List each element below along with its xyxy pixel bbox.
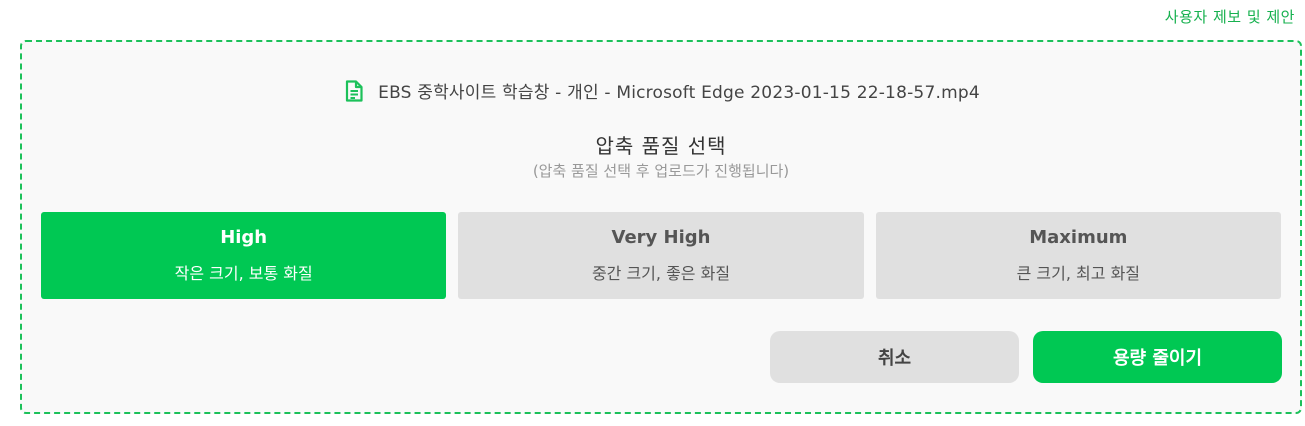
reduce-size-button[interactable]: 용량 줄이기 — [1033, 331, 1282, 383]
compression-panel: EBS 중학사이트 학습창 - 개인 - Microsoft Edge 2023… — [20, 40, 1302, 414]
feedback-link[interactable]: 사용자 제보 및 제안 — [1165, 6, 1295, 27]
document-icon — [342, 79, 366, 103]
option-title: Maximum — [1029, 227, 1128, 248]
option-title: Very High — [611, 227, 711, 248]
quality-option-high[interactable]: High 작은 크기, 보통 화질 — [41, 212, 447, 299]
cancel-button[interactable]: 취소 — [770, 331, 1019, 383]
option-description: 작은 크기, 보통 화질 — [174, 264, 313, 283]
quality-options: High 작은 크기, 보통 화질 Very High 중간 크기, 좋은 화질… — [41, 212, 1281, 299]
quality-title: 압축 품질 선택 — [595, 134, 727, 158]
quality-subtitle: (압축 품질 선택 후 업로드가 진행됩니다) — [532, 162, 790, 180]
option-description: 중간 크기, 좋은 화질 — [591, 264, 731, 283]
file-name: EBS 중학사이트 학습창 - 개인 - Microsoft Edge 2023… — [378, 83, 980, 103]
option-title: High — [220, 227, 268, 248]
action-buttons: 취소 용량 줄이기 — [770, 331, 1282, 383]
option-description: 큰 크기, 최고 화질 — [1016, 264, 1141, 283]
quality-option-very-high[interactable]: Very High 중간 크기, 좋은 화질 — [458, 212, 864, 299]
quality-option-maximum[interactable]: Maximum 큰 크기, 최고 화질 — [875, 212, 1281, 299]
file-info: EBS 중학사이트 학습창 - 개인 - Microsoft Edge 2023… — [22, 78, 1300, 103]
